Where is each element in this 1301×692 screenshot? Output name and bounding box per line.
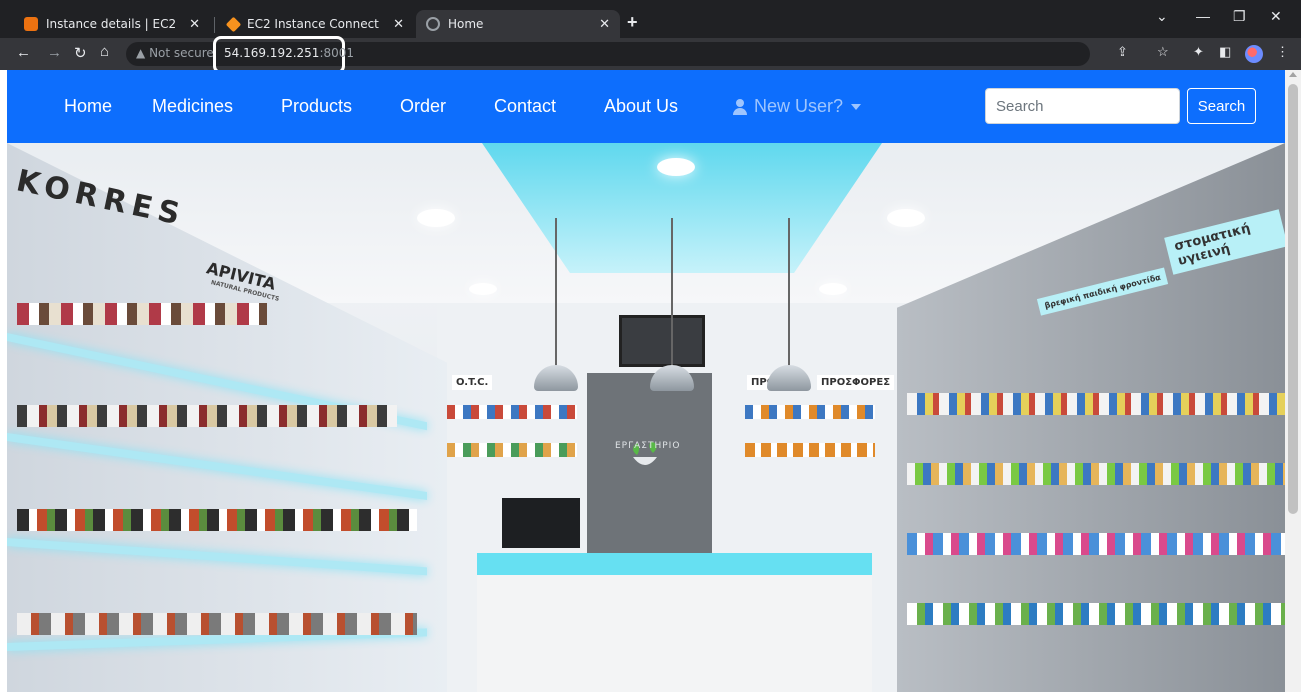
- tab-ec2-instance-connect[interactable]: EC2 Instance Connect ✕: [218, 10, 414, 38]
- user-dropdown[interactable]: New User?: [732, 96, 862, 117]
- ceiling-light: [819, 283, 847, 295]
- url-host: 54.169.192.251: [224, 46, 320, 60]
- tab-divider: [214, 17, 215, 33]
- window-close-icon[interactable]: ✕: [1270, 8, 1282, 25]
- product-row: [745, 443, 875, 457]
- menu-kebab-icon[interactable]: ⋮: [1276, 44, 1289, 60]
- share-icon[interactable]: ⇪: [1117, 44, 1128, 60]
- warning-icon: ▲: [136, 46, 146, 60]
- nav-home-link[interactable]: Home: [64, 96, 112, 117]
- product-row: [907, 393, 1285, 415]
- ceiling-light: [657, 158, 695, 176]
- extensions-puzzle-icon[interactable]: ✦: [1193, 44, 1204, 60]
- nav-contact-link[interactable]: Contact: [494, 96, 556, 117]
- tab-title: Home: [448, 17, 484, 31]
- url-text[interactable]: 54.169.192.251:8001: [224, 46, 354, 60]
- site-navbar: Home Medicines Products Order Contact Ab…: [7, 70, 1285, 143]
- product-row: [17, 509, 417, 531]
- ceiling-light: [887, 209, 925, 227]
- product-row: [907, 463, 1285, 485]
- scrollbar-thumb[interactable]: [1288, 84, 1298, 514]
- ceiling-light: [469, 283, 497, 295]
- aws-console-icon: [24, 17, 38, 31]
- tab-ec2-instance-details[interactable]: Instance details | EC2 Manageme ✕: [14, 10, 210, 38]
- not-secure-indicator[interactable]: ▲ Not secure: [136, 46, 214, 60]
- tab-title: Instance details | EC2 Manageme: [46, 17, 181, 31]
- back-icon[interactable]: ←: [16, 44, 31, 61]
- restore-icon[interactable]: ❐: [1233, 8, 1246, 25]
- tab-strip: Instance details | EC2 Manageme ✕ EC2 In…: [0, 0, 1301, 38]
- hero-image: KORRES APIVITA NATURAL PRODUCTS O.T.C. Π…: [7, 143, 1285, 692]
- product-row: [447, 443, 577, 457]
- nav-medicines-link[interactable]: Medicines: [152, 96, 233, 117]
- product-row: [907, 603, 1285, 625]
- tab-title: EC2 Instance Connect: [247, 17, 379, 31]
- close-icon[interactable]: ✕: [599, 17, 610, 32]
- bookmark-star-icon[interactable]: ☆: [1157, 44, 1169, 60]
- close-icon[interactable]: ✕: [189, 17, 200, 32]
- search-input[interactable]: [985, 88, 1180, 124]
- new-tab-button[interactable]: +: [627, 12, 638, 33]
- profile-avatar[interactable]: [1245, 45, 1263, 63]
- scroll-up-icon[interactable]: [1289, 72, 1297, 77]
- tab-search-chevron-icon[interactable]: ⌄: [1156, 8, 1168, 25]
- product-row: [17, 405, 397, 427]
- reload-icon[interactable]: ↻: [74, 44, 87, 62]
- ec2-cube-icon: [225, 16, 242, 32]
- ceiling-light: [417, 209, 455, 227]
- minimize-icon[interactable]: —: [1196, 8, 1210, 24]
- product-row: [17, 303, 267, 325]
- search-button[interactable]: Search: [1187, 88, 1256, 124]
- nav-about-link[interactable]: About Us: [604, 96, 678, 117]
- wall-tv: [619, 315, 705, 367]
- product-row: [745, 405, 875, 419]
- lamp-wire: [671, 218, 673, 368]
- shelf-sign-offers: ΠΡΟΣΦΟΡΕΣ: [817, 375, 895, 390]
- web-page: Home Medicines Products Order Contact Ab…: [7, 70, 1285, 692]
- nav-products-link[interactable]: Products: [281, 96, 352, 117]
- caret-down-icon: [851, 103, 862, 110]
- product-row: [907, 533, 1285, 555]
- home-icon[interactable]: ⌂: [100, 43, 109, 60]
- url-port: :8001: [319, 46, 355, 60]
- user-icon: [732, 98, 748, 115]
- lamp-wire: [788, 218, 790, 368]
- service-counter: [477, 553, 872, 692]
- security-label: Not secure: [149, 46, 214, 60]
- close-icon[interactable]: ✕: [393, 17, 404, 32]
- tab-home[interactable]: Home ✕: [416, 10, 620, 38]
- counter-monitor: [502, 498, 580, 548]
- globe-icon: [426, 17, 440, 31]
- lamp-wire: [555, 218, 557, 368]
- shelf-sign-otc: O.T.C.: [452, 375, 493, 390]
- side-panel-icon[interactable]: ◧: [1219, 44, 1231, 60]
- user-dropdown-label: New User?: [754, 96, 844, 116]
- lab-logo-text: ΕΡΓΑΣΤΗΡΙΟ: [615, 441, 681, 451]
- forward-icon[interactable]: →: [47, 44, 62, 61]
- product-row: [17, 613, 417, 635]
- nav-order-link[interactable]: Order: [400, 96, 446, 117]
- product-row: [447, 405, 577, 419]
